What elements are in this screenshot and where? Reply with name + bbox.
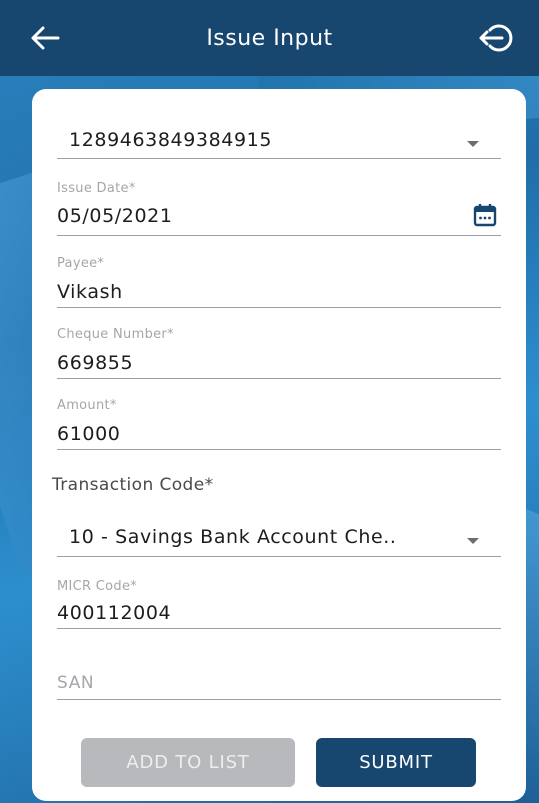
calendar-icon[interactable]	[473, 203, 497, 227]
transaction-code-select[interactable]: 10 - Savings Bank Account Che..	[57, 509, 501, 557]
account-value: 1289463849384915	[69, 129, 273, 151]
issue-date-label: Issue Date*	[57, 181, 136, 196]
cheque-number-field[interactable]: Cheque Number* 669855	[57, 327, 501, 379]
chevron-down-icon	[467, 538, 479, 544]
micr-code-label: MICR Code*	[57, 579, 138, 594]
payee-value: Vikash	[57, 281, 123, 303]
arrow-left-icon	[31, 26, 60, 50]
transaction-code-label: Transaction Code*	[52, 475, 214, 495]
submit-button[interactable]: SUBMIT	[316, 738, 476, 787]
cheque-number-value: 669855	[57, 352, 134, 374]
san-field[interactable]: SAN	[57, 673, 501, 700]
cheque-number-label: Cheque Number*	[57, 327, 174, 342]
payee-field[interactable]: Payee* Vikash	[57, 256, 501, 308]
micr-code-value: 400112004	[57, 602, 172, 624]
payee-label: Payee*	[57, 256, 105, 271]
logout-button[interactable]	[477, 20, 517, 56]
add-to-list-button[interactable]: ADD TO LIST	[81, 738, 295, 787]
issue-date-value: 05/05/2021	[57, 205, 173, 227]
micr-code-field[interactable]: MICR Code* 400112004	[57, 579, 501, 629]
logout-icon	[479, 24, 513, 52]
account-select[interactable]: 1289463849384915	[57, 111, 501, 159]
amount-label: Amount*	[57, 398, 117, 413]
amount-value: 61000	[57, 423, 121, 445]
issue-date-field[interactable]: Issue Date* 05/05/2021	[57, 181, 501, 236]
san-placeholder: SAN	[57, 673, 95, 693]
amount-field[interactable]: Amount* 61000	[57, 398, 501, 450]
app-bar: Issue Input	[0, 0, 539, 76]
chevron-down-icon	[467, 141, 479, 147]
back-button[interactable]	[28, 22, 62, 54]
transaction-code-value: 10 - Savings Bank Account Che..	[69, 526, 397, 548]
page-title: Issue Input	[206, 25, 333, 51]
form-card: 1289463849384915 Issue Date* 05/05/2021 …	[32, 89, 526, 801]
